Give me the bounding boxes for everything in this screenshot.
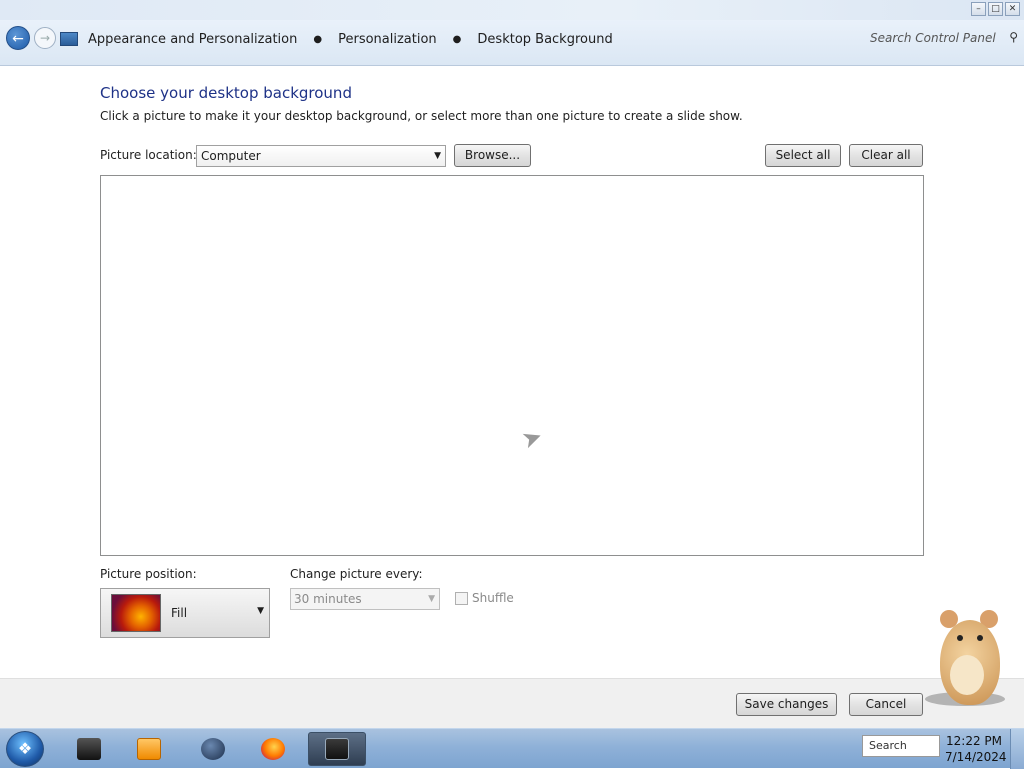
save-changes-button[interactable]: Save changes — [736, 693, 837, 716]
firefox-icon — [261, 738, 285, 760]
mascot-eye — [977, 635, 983, 641]
mascot-eye — [957, 635, 963, 641]
clear-all-button[interactable]: Clear all — [849, 144, 923, 167]
cancel-button[interactable]: Cancel — [849, 693, 923, 716]
media-player-icon — [137, 738, 161, 760]
clock-date: 7/14/2024 — [945, 750, 1007, 764]
page-title: Choose your desktop background — [100, 84, 352, 102]
footer-bar: Save changes Cancel — [0, 678, 1024, 728]
chevron-down-icon: ▼ — [257, 606, 264, 616]
breadcrumb[interactable]: Appearance and Personalization ● Persona… — [60, 28, 617, 50]
taskbar-media-player-app[interactable] — [124, 732, 174, 766]
title-bar: – □ ✕ — [0, 0, 1024, 20]
breadcrumb-personalization[interactable]: Personalization — [334, 32, 441, 47]
picture-position-value: Fill — [171, 606, 188, 620]
show-desktop-button[interactable] — [1010, 729, 1024, 769]
taskbar-firefox-app[interactable] — [248, 732, 298, 766]
change-picture-value: 30 minutes — [294, 592, 362, 606]
main-content: Choose your desktop background Click a p… — [0, 66, 1024, 678]
select-all-button[interactable]: Select all — [765, 144, 841, 167]
maximize-button[interactable]: □ — [988, 2, 1003, 16]
control-panel-icon — [60, 32, 78, 46]
hamster-mascot-icon — [925, 600, 1010, 710]
browse-button[interactable]: Browse... — [454, 144, 531, 167]
chevron-down-icon: ▼ — [428, 594, 435, 604]
clock-time: 12:22 PM — [946, 734, 1002, 748]
desktop-background-window: – □ ✕ ← → Appearance and Personalization… — [0, 0, 1024, 728]
picture-location-value: Computer — [201, 149, 261, 163]
picture-list[interactable] — [100, 175, 924, 556]
picture-location-select[interactable]: Computer ▼ — [196, 145, 446, 167]
taskbar: ❖ Search 12:22 PM 7/14/2024 — [0, 728, 1024, 769]
change-picture-select[interactable]: 30 minutes ▼ — [290, 588, 440, 610]
breadcrumb-desktop-background[interactable]: Desktop Background — [473, 32, 616, 47]
taskbar-control-panel-app[interactable] — [308, 732, 366, 766]
change-picture-label: Change picture every: — [290, 567, 423, 581]
terminal-icon — [77, 738, 101, 760]
tray-search-box[interactable]: Search — [862, 735, 940, 757]
clock[interactable]: 12:22 PM 7/14/2024 — [945, 733, 1007, 765]
address-bar: ← → Appearance and Personalization ● Per… — [0, 20, 1024, 66]
globe-icon — [201, 738, 225, 760]
shuffle-option[interactable]: Shuffle — [455, 591, 514, 605]
shuffle-checkbox[interactable] — [455, 591, 468, 605]
page-subtitle: Click a picture to make it your desktop … — [100, 109, 743, 123]
breadcrumb-separator-icon[interactable]: ● — [307, 34, 328, 45]
chevron-down-icon: ▼ — [434, 151, 441, 161]
minimize-button[interactable]: – — [971, 2, 986, 16]
window-controls: – □ ✕ — [971, 2, 1020, 16]
mascot-belly — [950, 655, 984, 695]
shuffle-label: Shuffle — [472, 591, 514, 605]
close-button[interactable]: ✕ — [1005, 2, 1020, 16]
picture-position-select[interactable]: Fill ▼ — [100, 588, 270, 638]
forward-button[interactable]: → — [34, 27, 56, 49]
search-input[interactable]: Search Control Panel — [866, 27, 996, 49]
picture-location-label: Picture location: — [100, 148, 197, 162]
control-panel-icon — [325, 738, 349, 760]
search-icon[interactable]: ⚲ — [1009, 30, 1018, 44]
breadcrumb-separator-icon[interactable]: ● — [447, 34, 468, 45]
back-button[interactable]: ← — [6, 26, 30, 50]
flower-thumbnail-icon — [111, 594, 161, 632]
taskbar-network-app[interactable] — [188, 732, 238, 766]
breadcrumb-appearance[interactable]: Appearance and Personalization — [84, 32, 301, 47]
start-button[interactable]: ❖ — [6, 731, 44, 767]
picture-position-label: Picture position: — [100, 567, 197, 581]
system-tray: Search — [840, 731, 940, 767]
taskbar-terminal-app[interactable] — [64, 732, 114, 766]
